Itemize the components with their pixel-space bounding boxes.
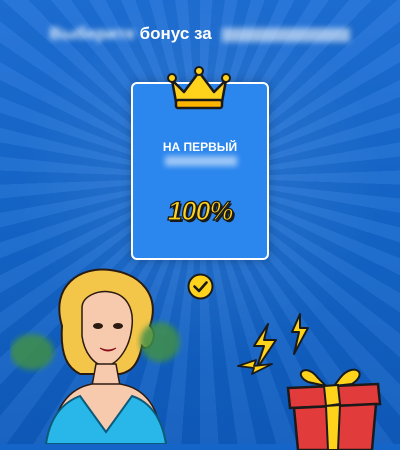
lightning-icon [291,313,309,355]
bonus-percent: 100% [167,195,234,226]
bonus-card-title: НА ПЕРВЫЙ [162,140,238,154]
gift-box-icon [286,368,382,450]
crown-icon [167,66,231,110]
title-blurred-word: Выберите [49,24,135,43]
page-title: Выберите бонус за [0,24,400,44]
title-word: бонус за [139,24,212,43]
lightning-icon [237,359,273,375]
woman-illustration [10,268,180,444]
title-blurred-tail [222,27,351,42]
checkmark-circle-icon[interactable] [187,273,214,300]
bonus-card-subtitle-blurred [165,156,237,166]
